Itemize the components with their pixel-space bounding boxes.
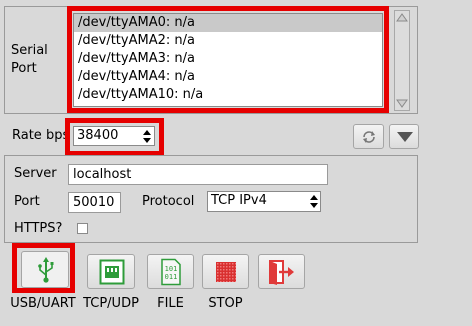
- port-input[interactable]: 50010: [68, 192, 121, 213]
- refresh-icon: [363, 131, 375, 143]
- server-input[interactable]: localhost: [68, 164, 328, 185]
- select-arrows-icon: [310, 195, 318, 208]
- scroll-down-icon[interactable]: [395, 98, 409, 110]
- protocol-select[interactable]: TCP IPv4: [207, 191, 321, 212]
- svg-text:101: 101: [165, 265, 178, 273]
- refresh-button[interactable]: [353, 124, 384, 149]
- serial-label-line1: Serial: [11, 43, 48, 58]
- port-label: Port: [14, 194, 40, 209]
- tcp-udp-button[interactable]: [87, 254, 135, 289]
- svg-text:011: 011: [165, 273, 178, 281]
- file-binary-icon: 101 011: [161, 258, 181, 286]
- file-button[interactable]: 101 011: [147, 254, 194, 289]
- tcp-udp-caption: TCP/UDP: [83, 296, 139, 311]
- serial-list-scrollbar[interactable]: [394, 10, 410, 111]
- protocol-label: Protocol: [142, 194, 195, 209]
- scroll-up-icon[interactable]: [395, 11, 409, 23]
- exit-icon: [269, 260, 294, 285]
- exit-button[interactable]: [258, 254, 305, 289]
- file-caption: FILE: [157, 296, 184, 311]
- rate-highlight: [65, 118, 164, 156]
- serial-list-highlight: [67, 6, 389, 113]
- stop-icon: [216, 262, 236, 282]
- serial-port-label: Serial Port: [11, 42, 48, 78]
- usb-uart-caption: USB/UART: [10, 296, 76, 311]
- protocol-value: TCP IPv4: [211, 193, 267, 208]
- serial-label-line2: Port: [11, 61, 37, 76]
- https-checkbox[interactable]: [77, 223, 88, 234]
- https-label: HTTPS?: [14, 221, 63, 236]
- stop-caption: STOP: [208, 296, 243, 311]
- chevron-down-icon: [397, 132, 413, 142]
- rate-label: Rate bps: [12, 128, 70, 143]
- server-label: Server: [14, 166, 57, 181]
- stop-button[interactable]: [202, 254, 249, 289]
- network-icon: [99, 259, 125, 285]
- usb-button-highlight: [12, 243, 75, 293]
- dropdown-toggle-button[interactable]: [389, 124, 419, 149]
